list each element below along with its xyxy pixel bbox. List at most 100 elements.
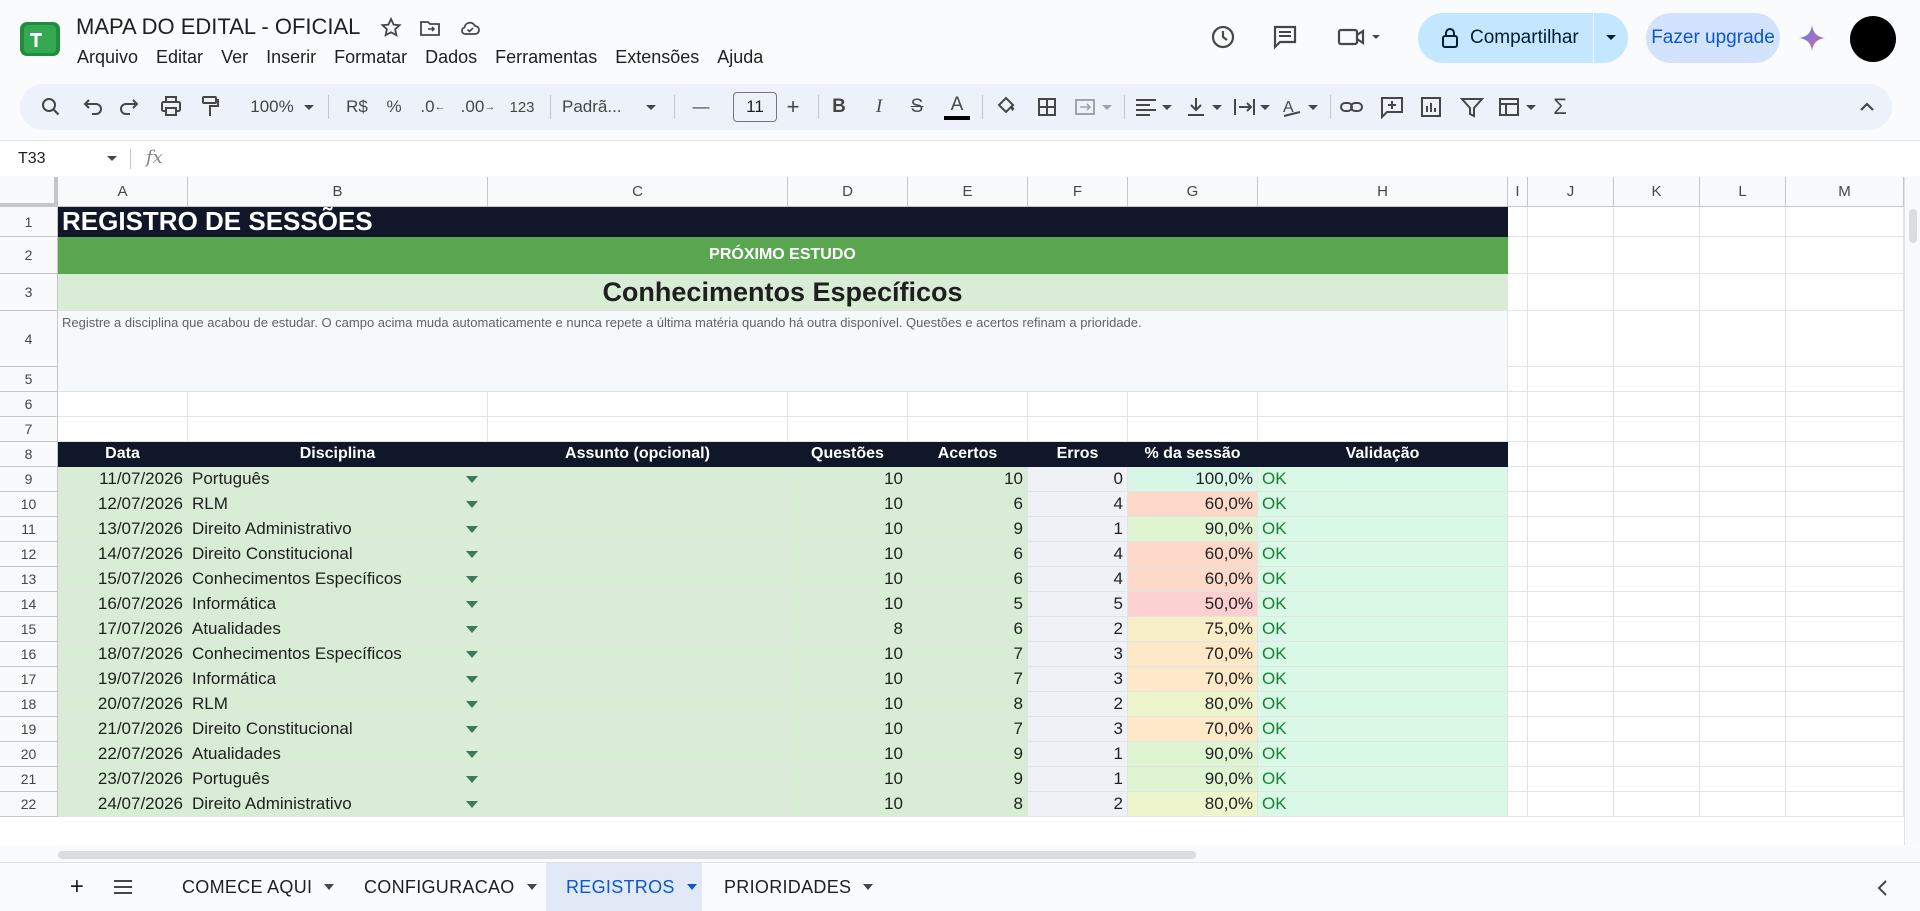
cell-empty[interactable] <box>488 392 788 417</box>
table-header[interactable]: Disciplina <box>188 442 488 467</box>
cell-questoes[interactable]: 10 <box>788 467 908 492</box>
cell-data[interactable]: 24/07/2026 <box>58 792 188 817</box>
table-header[interactable]: Erros <box>1028 442 1128 467</box>
cell-empty[interactable] <box>1528 442 1614 467</box>
cell-empty[interactable] <box>1508 237 1528 274</box>
cell-pct-sessao[interactable]: 70,0% <box>1128 667 1258 692</box>
cell-empty[interactable] <box>1786 311 1904 367</box>
column-header-a[interactable]: A <box>58 177 188 207</box>
cell-questoes[interactable]: 10 <box>788 542 908 567</box>
cell-empty[interactable] <box>1614 692 1700 717</box>
cell-validacao[interactable]: OK <box>1258 717 1508 742</box>
cell-empty[interactable] <box>1700 311 1786 367</box>
vertical-scrollbar[interactable] <box>1904 177 1920 845</box>
dropdown-chevron-icon[interactable] <box>466 776 478 783</box>
cell-empty[interactable] <box>1786 392 1904 417</box>
cell-empty[interactable] <box>1786 274 1904 311</box>
row-header-22[interactable]: 22 <box>0 792 58 817</box>
cell-empty[interactable] <box>1614 417 1700 442</box>
cell-empty[interactable] <box>908 392 1028 417</box>
cell-empty[interactable] <box>1528 467 1614 492</box>
cell-disciplina[interactable]: Direito Constitucional <box>188 542 488 567</box>
cell-disciplina[interactable]: Informática <box>188 592 488 617</box>
cell-validacao[interactable]: OK <box>1258 492 1508 517</box>
cell-empty[interactable] <box>1614 442 1700 467</box>
cell-validacao[interactable]: OK <box>1258 692 1508 717</box>
cell-erros[interactable]: 1 <box>1028 742 1128 767</box>
insert-link-icon[interactable] <box>1336 84 1368 130</box>
functions-button[interactable]: Σ <box>1544 84 1576 130</box>
cell-disciplina[interactable]: RLM <box>188 492 488 517</box>
cell-empty[interactable] <box>1528 274 1614 311</box>
dropdown-chevron-icon[interactable] <box>466 801 478 808</box>
cell-questoes[interactable]: 10 <box>788 792 908 817</box>
cell-empty[interactable] <box>1614 767 1700 792</box>
cell-empty[interactable] <box>1786 642 1904 667</box>
cell-empty[interactable] <box>488 417 788 442</box>
cell-empty[interactable] <box>1700 742 1786 767</box>
cell-erros[interactable]: 1 <box>1028 517 1128 542</box>
name-box[interactable]: T33 <box>18 150 46 168</box>
cell-erros[interactable]: 4 <box>1028 542 1128 567</box>
print-icon[interactable] <box>156 84 186 130</box>
cell-empty[interactable] <box>1614 311 1700 367</box>
row-header-19[interactable]: 19 <box>0 717 58 742</box>
row-header-18[interactable]: 18 <box>0 692 58 717</box>
share-main[interactable]: Compartilhar <box>1418 13 1594 63</box>
cell-empty[interactable] <box>1528 642 1614 667</box>
italic-button[interactable]: I <box>864 84 894 130</box>
cell-data[interactable]: 11/07/2026 <box>58 467 188 492</box>
cell-assunto[interactable] <box>488 792 788 817</box>
sheet-title[interactable]: REGISTRO DE SESSÕES <box>58 207 1508 237</box>
cell-pct-sessao[interactable]: 75,0% <box>1128 617 1258 642</box>
cell-empty[interactable] <box>1614 392 1700 417</box>
cell-empty[interactable] <box>1528 717 1614 742</box>
cell-empty[interactable] <box>1614 667 1700 692</box>
cell-assunto[interactable] <box>488 767 788 792</box>
table-header[interactable]: Data <box>58 442 188 467</box>
column-header-f[interactable]: F <box>1028 177 1128 207</box>
cell-empty[interactable] <box>1700 542 1786 567</box>
cell-empty[interactable] <box>1614 592 1700 617</box>
vertical-scroll-thumb[interactable] <box>1909 209 1917 243</box>
cell-empty[interactable] <box>58 392 188 417</box>
table-header[interactable]: Questões <box>788 442 908 467</box>
cell-empty[interactable] <box>1508 367 1528 392</box>
cell-assunto[interactable] <box>488 692 788 717</box>
cell-empty[interactable] <box>1508 517 1528 542</box>
row-header-14[interactable]: 14 <box>0 592 58 617</box>
cell-data[interactable]: 23/07/2026 <box>58 767 188 792</box>
cell-empty[interactable] <box>1786 692 1904 717</box>
menu-item-ver[interactable]: Ver <box>212 46 257 68</box>
cell-empty[interactable] <box>1528 617 1614 642</box>
insert-chart-icon[interactable] <box>1416 84 1448 130</box>
cell-acertos[interactable]: 8 <box>908 792 1028 817</box>
cell-empty[interactable] <box>1786 517 1904 542</box>
currency-format-button[interactable]: R$ <box>342 84 372 130</box>
add-sheet-button[interactable]: + <box>64 863 90 911</box>
cell-empty[interactable] <box>1028 392 1128 417</box>
cell-empty[interactable] <box>1700 274 1786 311</box>
cell-data[interactable]: 15/07/2026 <box>58 567 188 592</box>
cell-data[interactable]: 18/07/2026 <box>58 642 188 667</box>
cell-empty[interactable] <box>1786 567 1904 592</box>
sheet-tab-registros[interactable]: REGISTROS <box>546 863 702 911</box>
chevron-down-icon[interactable] <box>686 884 697 890</box>
cell-validacao[interactable]: OK <box>1258 767 1508 792</box>
cell-empty[interactable] <box>1508 417 1528 442</box>
cell-empty[interactable] <box>1786 367 1904 392</box>
cell-empty[interactable] <box>1528 237 1614 274</box>
cloud-saved-icon[interactable] <box>458 16 482 40</box>
cell-empty[interactable] <box>1508 667 1528 692</box>
cell-erros[interactable]: 2 <box>1028 617 1128 642</box>
font-chevron-down-icon[interactable] <box>644 84 658 130</box>
cell-empty[interactable] <box>1614 207 1700 237</box>
number-format-button[interactable]: 123 <box>504 84 540 130</box>
column-header-m[interactable]: M <box>1786 177 1904 207</box>
cell-empty[interactable] <box>1700 207 1786 237</box>
filter-views-icon[interactable] <box>1494 84 1540 130</box>
cell-empty[interactable] <box>1786 717 1904 742</box>
cell-empty[interactable] <box>1528 767 1614 792</box>
cell-empty[interactable] <box>1528 417 1614 442</box>
row-header-6[interactable]: 6 <box>0 392 58 417</box>
